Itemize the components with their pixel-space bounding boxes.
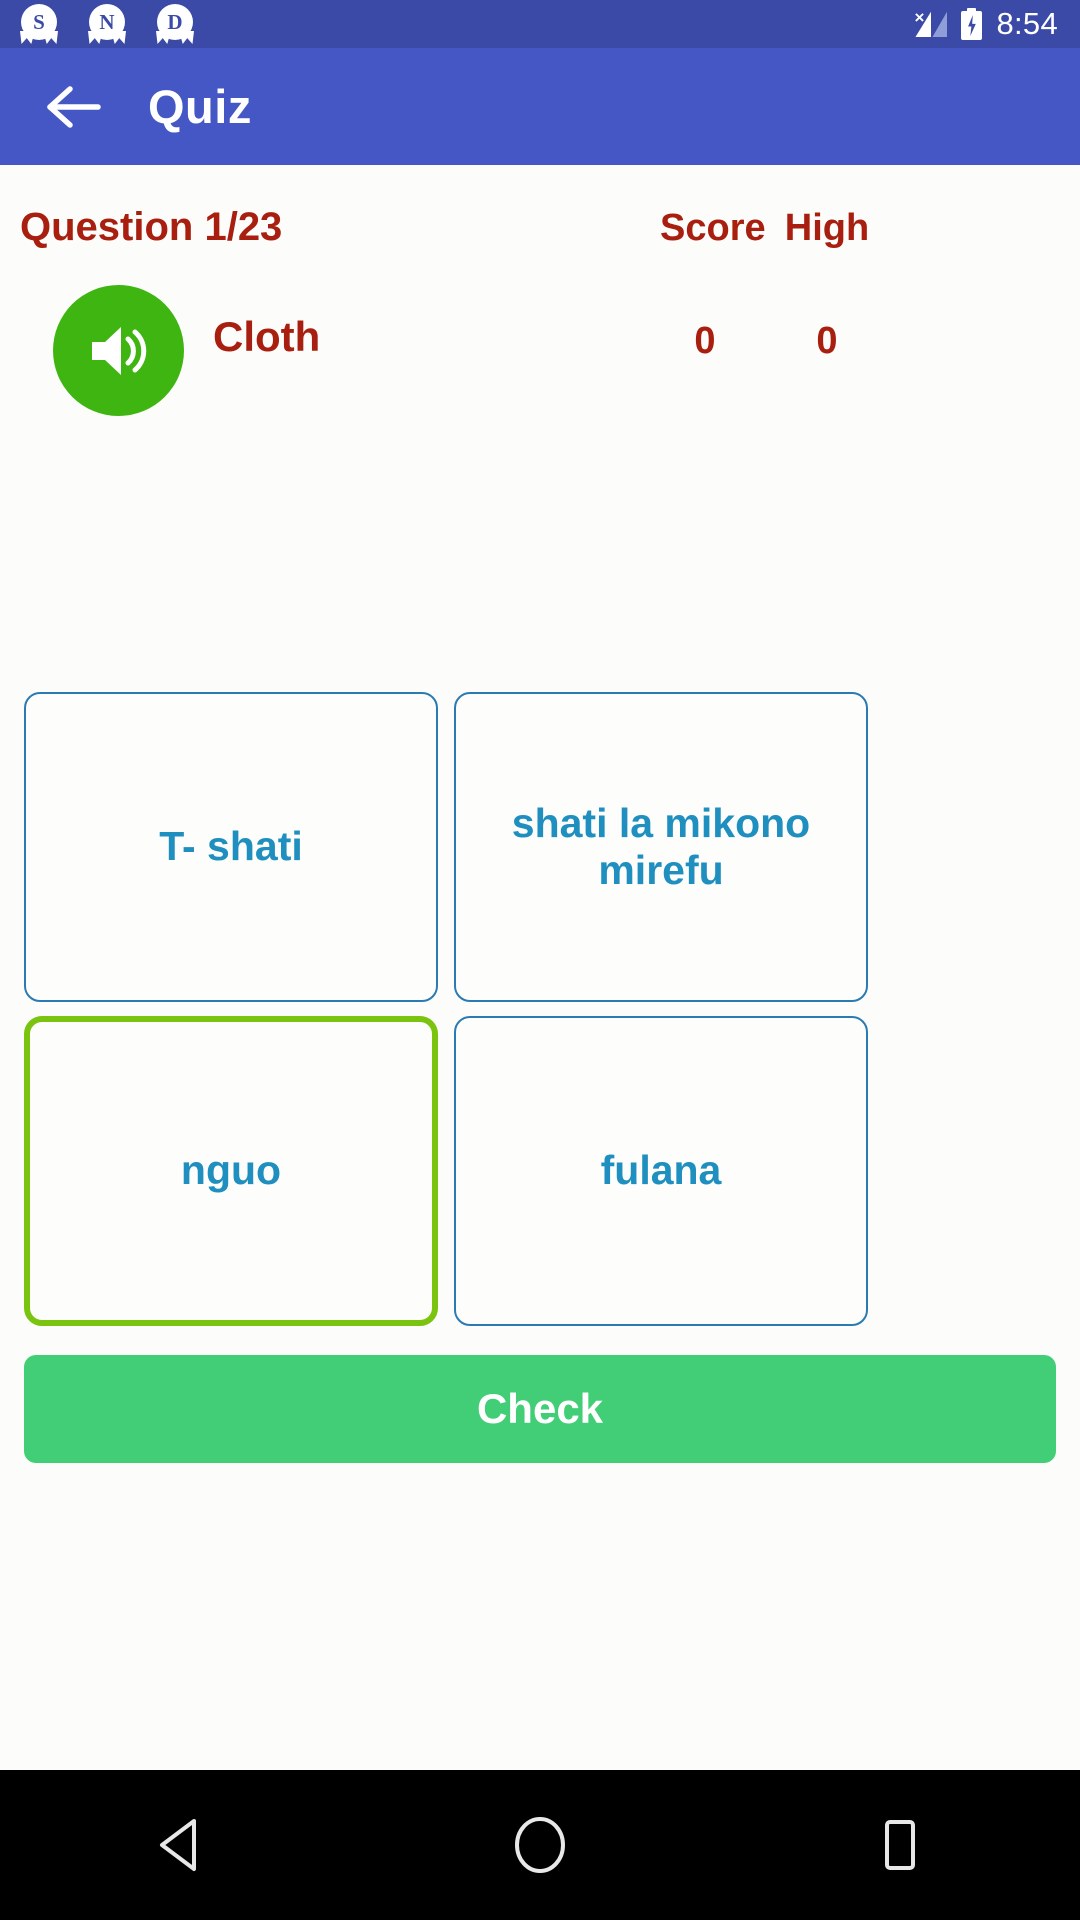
status-clock: 8:54 xyxy=(996,6,1058,41)
nav-home-circle-icon[interactable] xyxy=(470,1790,610,1900)
answer-option-3[interactable]: nguo xyxy=(24,1016,438,1326)
app-bar: Quiz xyxy=(0,48,1080,165)
nav-back-triangle-icon[interactable] xyxy=(110,1790,250,1900)
prompt-row: Cloth xyxy=(0,285,1080,425)
answer-option-1[interactable]: T- shati xyxy=(24,692,438,1002)
no-sim-signal-icon: × xyxy=(913,8,948,39)
battery-charging-icon xyxy=(961,8,983,40)
page-title: Quiz xyxy=(148,80,252,133)
answer-option-label: shati la mikono mirefu xyxy=(511,799,811,893)
prompt-word: Cloth xyxy=(213,313,321,360)
score-label: Score xyxy=(660,207,766,249)
quiz-header-row: Question 1/23 Score High 0 0 xyxy=(0,205,1080,362)
answer-option-label: nguo xyxy=(180,1147,282,1194)
quiz-content: Question 1/23 Score High 0 0 Cloth T- sh… xyxy=(0,165,1080,1770)
answer-option-label: T- shati xyxy=(159,823,303,870)
question-counter: Question 1/23 xyxy=(20,205,283,249)
answer-option-4[interactable]: fulana xyxy=(454,1016,868,1326)
status-system-icons: × 8:54 xyxy=(913,6,1058,42)
badge-d-letter: D xyxy=(167,9,183,34)
check-button[interactable]: Check xyxy=(24,1355,1056,1463)
badge-n-icon: N xyxy=(86,3,128,45)
badge-n-letter: N xyxy=(99,9,115,34)
status-bar: S N D × 8:54 xyxy=(0,0,1080,48)
answer-option-2[interactable]: shati la mikono mirefu xyxy=(454,692,868,1002)
high-score-label: High xyxy=(784,207,870,249)
badge-s-letter: S xyxy=(33,9,45,34)
speaker-volume-icon[interactable] xyxy=(53,285,184,416)
signal-x-mark: × xyxy=(914,8,925,27)
badge-s-icon: S xyxy=(18,3,60,45)
answer-option-label: fulana xyxy=(600,1147,722,1194)
answer-options-grid: T- shati shati la mikono mirefu nguo ful… xyxy=(24,692,1056,1326)
nav-recents-square-icon[interactable] xyxy=(830,1790,970,1900)
back-arrow-icon[interactable] xyxy=(40,74,106,140)
android-navigation-bar xyxy=(0,1770,1080,1920)
badge-d-icon: D xyxy=(154,3,196,45)
status-notification-icons: S N D xyxy=(18,3,196,45)
